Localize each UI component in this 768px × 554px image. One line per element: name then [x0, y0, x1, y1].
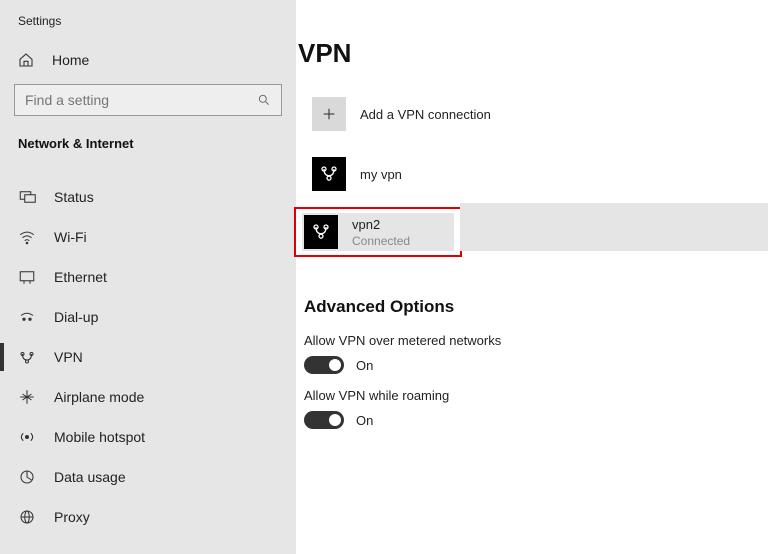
airplane-icon [18, 388, 36, 406]
home-nav[interactable]: Home [0, 42, 296, 78]
status-icon [18, 188, 36, 206]
add-vpn-button[interactable]: Add a VPN connection [304, 91, 768, 137]
toggle-state: On [356, 358, 373, 373]
nav-label: VPN [54, 349, 83, 365]
ethernet-icon [18, 268, 36, 286]
hotspot-icon [18, 428, 36, 446]
vpn-icon [18, 348, 36, 366]
nav-item-dialup[interactable]: Dial-up [0, 297, 296, 337]
vpn-connection-icon [312, 157, 346, 191]
nav-label: Proxy [54, 509, 90, 525]
vpn-name: my vpn [360, 167, 402, 182]
vpn-connection-item[interactable]: my vpn [304, 151, 768, 197]
option-label: Allow VPN while roaming [304, 388, 768, 403]
toggle-switch[interactable] [304, 356, 344, 374]
advanced-options-title: Advanced Options [304, 297, 768, 317]
dialup-icon [18, 308, 36, 326]
nav-label: Status [54, 189, 94, 205]
nav-label: Wi-Fi [54, 229, 87, 245]
toggle-metered[interactable]: On [304, 356, 768, 374]
search-icon [257, 93, 271, 107]
option-label: Allow VPN over metered networks [304, 333, 768, 348]
nav-item-vpn[interactable]: VPN [0, 337, 296, 377]
home-icon [18, 52, 34, 68]
nav-label: Airplane mode [54, 389, 144, 405]
nav-item-datausage[interactable]: Data usage [0, 457, 296, 497]
selected-highlight: vpn2 Connected [294, 207, 462, 257]
nav-item-proxy[interactable]: Proxy [0, 497, 296, 537]
add-vpn-label: Add a VPN connection [360, 107, 491, 122]
search-field[interactable] [25, 92, 246, 108]
nav-item-wifi[interactable]: Wi-Fi [0, 217, 296, 257]
sidebar: Settings Home Network & Internet Status … [0, 0, 296, 554]
selection-background [460, 203, 768, 251]
app-title: Settings [0, 10, 296, 42]
nav-label: Data usage [54, 469, 126, 485]
toggle-state: On [356, 413, 373, 428]
nav-label: Dial-up [54, 309, 98, 325]
vpn-name: vpn2 [352, 217, 410, 232]
page-title: VPN [298, 38, 768, 69]
nav-list: Status Wi-Fi Ethernet Dial-up VPN Airpla… [0, 177, 296, 537]
main-content: VPN Add a VPN connection my vpn vpn2 Con… [296, 0, 768, 554]
vpn-connection-icon [304, 215, 338, 249]
home-label: Home [52, 52, 89, 68]
toggle-roaming[interactable]: On [304, 411, 768, 429]
plus-icon [312, 97, 346, 131]
nav-label: Mobile hotspot [54, 429, 145, 445]
section-title: Network & Internet [0, 132, 296, 161]
nav-item-ethernet[interactable]: Ethernet [0, 257, 296, 297]
vpn-status: Connected [352, 234, 410, 248]
datausage-icon [18, 468, 36, 486]
toggle-switch[interactable] [304, 411, 344, 429]
proxy-icon [18, 508, 36, 526]
nav-label: Ethernet [54, 269, 107, 285]
vpn-connection-item-selected[interactable]: vpn2 Connected [302, 213, 454, 251]
wifi-icon [18, 228, 36, 246]
search-input[interactable] [14, 84, 282, 116]
nav-item-hotspot[interactable]: Mobile hotspot [0, 417, 296, 457]
nav-item-status[interactable]: Status [0, 177, 296, 217]
nav-item-airplane[interactable]: Airplane mode [0, 377, 296, 417]
